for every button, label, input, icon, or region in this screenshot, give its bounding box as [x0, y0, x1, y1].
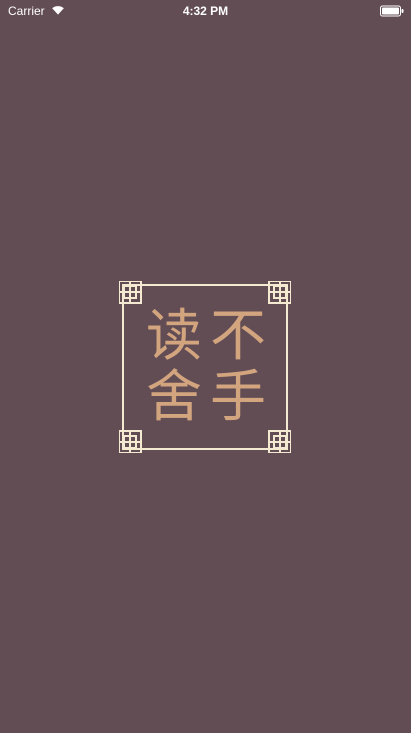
logo-character: 舍: [146, 365, 202, 430]
status-time: 4:32 PM: [182, 4, 229, 18]
app-logo: 读 不 舍 手: [119, 281, 291, 453]
logo-character: 不: [210, 304, 266, 369]
logo-character: 读: [146, 304, 202, 369]
status-bar: Carrier 4:32 PM: [0, 0, 411, 22]
battery-icon: [380, 5, 404, 17]
logo-character: 手: [210, 365, 266, 430]
